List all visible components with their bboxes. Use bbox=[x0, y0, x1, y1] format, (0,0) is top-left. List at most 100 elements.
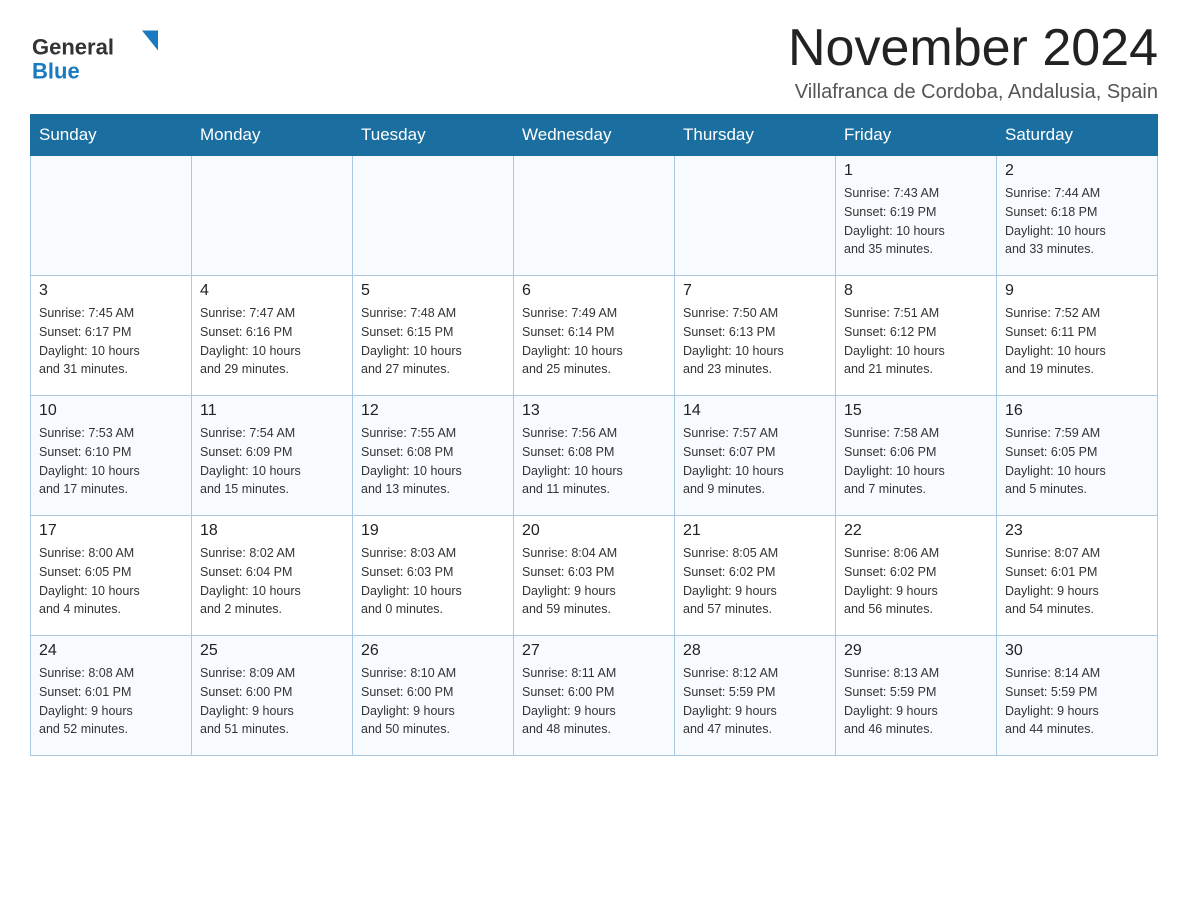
svg-text:General: General bbox=[32, 35, 114, 60]
day-number: 25 bbox=[200, 642, 344, 660]
week-row-2: 3 Sunrise: 7:45 AM Sunset: 6:17 PM Daylig… bbox=[31, 276, 1158, 396]
calendar-cell: 22 Sunrise: 8:06 AM Sunset: 6:02 PM Dayli… bbox=[836, 516, 997, 636]
calendar-cell: 16 Sunrise: 7:59 AM Sunset: 6:05 PM Dayli… bbox=[997, 396, 1158, 516]
day-number: 14 bbox=[683, 402, 827, 420]
week-row-1: 1 Sunrise: 7:43 AM Sunset: 6:19 PM Daylig… bbox=[31, 156, 1158, 276]
calendar-cell: 12 Sunrise: 7:55 AM Sunset: 6:08 PM Dayli… bbox=[353, 396, 514, 516]
calendar-cell: 25 Sunrise: 8:09 AM Sunset: 6:00 PM Dayli… bbox=[192, 636, 353, 756]
day-info: Sunrise: 7:57 AM Sunset: 6:07 PM Dayligh… bbox=[683, 424, 827, 499]
calendar-cell: 15 Sunrise: 7:58 AM Sunset: 6:06 PM Dayli… bbox=[836, 396, 997, 516]
day-number: 7 bbox=[683, 282, 827, 300]
calendar-cell: 2 Sunrise: 7:44 AM Sunset: 6:18 PM Daylig… bbox=[997, 156, 1158, 276]
calendar-cell bbox=[353, 156, 514, 276]
week-row-5: 24 Sunrise: 8:08 AM Sunset: 6:01 PM Dayli… bbox=[31, 636, 1158, 756]
location: Villafranca de Cordoba, Andalusia, Spain bbox=[788, 81, 1158, 104]
day-number: 26 bbox=[361, 642, 505, 660]
day-info: Sunrise: 7:59 AM Sunset: 6:05 PM Dayligh… bbox=[1005, 424, 1149, 499]
col-friday: Friday bbox=[836, 115, 997, 156]
day-number: 21 bbox=[683, 522, 827, 540]
day-number: 12 bbox=[361, 402, 505, 420]
day-number: 2 bbox=[1005, 162, 1149, 180]
calendar-cell bbox=[192, 156, 353, 276]
day-number: 23 bbox=[1005, 522, 1149, 540]
month-title: November 2024 bbox=[788, 20, 1158, 77]
day-number: 28 bbox=[683, 642, 827, 660]
day-number: 10 bbox=[39, 402, 183, 420]
day-info: Sunrise: 8:12 AM Sunset: 5:59 PM Dayligh… bbox=[683, 664, 827, 739]
day-info: Sunrise: 7:53 AM Sunset: 6:10 PM Dayligh… bbox=[39, 424, 183, 499]
svg-text:Blue: Blue bbox=[32, 59, 80, 84]
day-number: 30 bbox=[1005, 642, 1149, 660]
day-info: Sunrise: 8:07 AM Sunset: 6:01 PM Dayligh… bbox=[1005, 544, 1149, 619]
calendar-cell: 10 Sunrise: 7:53 AM Sunset: 6:10 PM Dayli… bbox=[31, 396, 192, 516]
col-saturday: Saturday bbox=[997, 115, 1158, 156]
day-info: Sunrise: 7:45 AM Sunset: 6:17 PM Dayligh… bbox=[39, 304, 183, 379]
calendar-cell: 1 Sunrise: 7:43 AM Sunset: 6:19 PM Daylig… bbox=[836, 156, 997, 276]
calendar-cell: 30 Sunrise: 8:14 AM Sunset: 5:59 PM Dayli… bbox=[997, 636, 1158, 756]
calendar-cell: 6 Sunrise: 7:49 AM Sunset: 6:14 PM Daylig… bbox=[514, 276, 675, 396]
calendar-cell: 7 Sunrise: 7:50 AM Sunset: 6:13 PM Daylig… bbox=[675, 276, 836, 396]
calendar-cell: 21Sunrise: 8:05 AM Sunset: 6:02 PM Dayli… bbox=[675, 516, 836, 636]
calendar-cell: 19 Sunrise: 8:03 AM Sunset: 6:03 PM Dayli… bbox=[353, 516, 514, 636]
day-info: Sunrise: 7:47 AM Sunset: 6:16 PM Dayligh… bbox=[200, 304, 344, 379]
day-info: Sunrise: 8:09 AM Sunset: 6:00 PM Dayligh… bbox=[200, 664, 344, 739]
day-info: Sunrise: 8:03 AM Sunset: 6:03 PM Dayligh… bbox=[361, 544, 505, 619]
calendar-cell bbox=[31, 156, 192, 276]
day-number: 5 bbox=[361, 282, 505, 300]
col-sunday: Sunday bbox=[31, 115, 192, 156]
day-number: 15 bbox=[844, 402, 988, 420]
day-info: Sunrise: 8:08 AM Sunset: 6:01 PM Dayligh… bbox=[39, 664, 183, 739]
week-row-3: 10 Sunrise: 7:53 AM Sunset: 6:10 PM Dayli… bbox=[31, 396, 1158, 516]
day-number: 3 bbox=[39, 282, 183, 300]
day-number: 16 bbox=[1005, 402, 1149, 420]
logo: General Blue bbox=[30, 20, 160, 90]
day-info: Sunrise: 8:14 AM Sunset: 5:59 PM Dayligh… bbox=[1005, 664, 1149, 739]
calendar-header-row: Sunday Monday Tuesday Wednesday Thursday… bbox=[31, 115, 1158, 156]
calendar-cell: 27Sunrise: 8:11 AM Sunset: 6:00 PM Dayli… bbox=[514, 636, 675, 756]
day-number: 1 bbox=[844, 162, 988, 180]
calendar-cell bbox=[675, 156, 836, 276]
calendar-cell: 18Sunrise: 8:02 AM Sunset: 6:04 PM Dayli… bbox=[192, 516, 353, 636]
col-monday: Monday bbox=[192, 115, 353, 156]
day-number: 27 bbox=[522, 642, 666, 660]
day-number: 6 bbox=[522, 282, 666, 300]
day-info: Sunrise: 8:13 AM Sunset: 5:59 PM Dayligh… bbox=[844, 664, 988, 739]
calendar-cell bbox=[514, 156, 675, 276]
day-number: 24 bbox=[39, 642, 183, 660]
day-number: 9 bbox=[1005, 282, 1149, 300]
logo-svg: General Blue bbox=[30, 20, 160, 90]
day-info: Sunrise: 8:06 AM Sunset: 6:02 PM Dayligh… bbox=[844, 544, 988, 619]
calendar-cell: 3 Sunrise: 7:45 AM Sunset: 6:17 PM Daylig… bbox=[31, 276, 192, 396]
day-info: Sunrise: 7:55 AM Sunset: 6:08 PM Dayligh… bbox=[361, 424, 505, 499]
day-number: 22 bbox=[844, 522, 988, 540]
day-number: 4 bbox=[200, 282, 344, 300]
calendar-cell: 13 Sunrise: 7:56 AM Sunset: 6:08 PM Dayli… bbox=[514, 396, 675, 516]
calendar-cell: 14 Sunrise: 7:57 AM Sunset: 6:07 PM Dayli… bbox=[675, 396, 836, 516]
day-info: Sunrise: 7:50 AM Sunset: 6:13 PM Dayligh… bbox=[683, 304, 827, 379]
day-info: Sunrise: 8:02 AM Sunset: 6:04 PM Dayligh… bbox=[200, 544, 344, 619]
col-tuesday: Tuesday bbox=[353, 115, 514, 156]
day-info: Sunrise: 7:56 AM Sunset: 6:08 PM Dayligh… bbox=[522, 424, 666, 499]
calendar-cell: 11 Sunrise: 7:54 AM Sunset: 6:09 PM Dayli… bbox=[192, 396, 353, 516]
col-wednesday: Wednesday bbox=[514, 115, 675, 156]
day-number: 13 bbox=[522, 402, 666, 420]
col-thursday: Thursday bbox=[675, 115, 836, 156]
day-number: 20 bbox=[522, 522, 666, 540]
day-info: Sunrise: 8:10 AM Sunset: 6:00 PM Dayligh… bbox=[361, 664, 505, 739]
day-info: Sunrise: 8:04 AM Sunset: 6:03 PM Dayligh… bbox=[522, 544, 666, 619]
day-info: Sunrise: 7:48 AM Sunset: 6:15 PM Dayligh… bbox=[361, 304, 505, 379]
day-number: 8 bbox=[844, 282, 988, 300]
day-number: 11 bbox=[200, 402, 344, 420]
day-number: 19 bbox=[361, 522, 505, 540]
day-info: Sunrise: 7:44 AM Sunset: 6:18 PM Dayligh… bbox=[1005, 184, 1149, 259]
day-info: Sunrise: 7:49 AM Sunset: 6:14 PM Dayligh… bbox=[522, 304, 666, 379]
day-number: 29 bbox=[844, 642, 988, 660]
day-info: Sunrise: 7:43 AM Sunset: 6:19 PM Dayligh… bbox=[844, 184, 988, 259]
day-number: 17 bbox=[39, 522, 183, 540]
calendar-cell: 29 Sunrise: 8:13 AM Sunset: 5:59 PM Dayli… bbox=[836, 636, 997, 756]
calendar-cell: 8Sunrise: 7:51 AM Sunset: 6:12 PM Daylig… bbox=[836, 276, 997, 396]
calendar-cell: 5 Sunrise: 7:48 AM Sunset: 6:15 PM Daylig… bbox=[353, 276, 514, 396]
day-info: Sunrise: 8:00 AM Sunset: 6:05 PM Dayligh… bbox=[39, 544, 183, 619]
day-info: Sunrise: 7:54 AM Sunset: 6:09 PM Dayligh… bbox=[200, 424, 344, 499]
day-info: Sunrise: 7:58 AM Sunset: 6:06 PM Dayligh… bbox=[844, 424, 988, 499]
